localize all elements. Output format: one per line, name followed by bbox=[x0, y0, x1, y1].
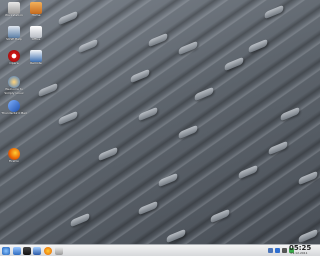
wallpaper-wave bbox=[58, 10, 78, 26]
desktop-background[interactable]: Workstation Home SUSE Help Office Opera … bbox=[0, 0, 320, 244]
desktop-icon-label: Thunderbird Mail bbox=[1, 111, 27, 115]
wallpaper-wave bbox=[138, 106, 158, 122]
desktop-icon-welcome[interactable]: Welcome to Simply Linux bbox=[0, 76, 28, 95]
desktop-icon-firefox[interactable]: Firefox bbox=[0, 148, 28, 164]
wallpaper-wave bbox=[78, 38, 98, 54]
wallpaper-wave bbox=[268, 140, 288, 156]
wallpaper-wave bbox=[38, 82, 58, 98]
desktop-icon-remote[interactable]: Remote bbox=[22, 50, 50, 66]
clock-date: 09.12.2011 bbox=[290, 251, 308, 255]
terminal-icon[interactable] bbox=[23, 247, 31, 255]
clock[interactable]: 05:25 09.12.2011 bbox=[289, 245, 311, 255]
wallpaper-wave bbox=[238, 164, 258, 180]
desktop-icon-office[interactable]: Office bbox=[22, 26, 50, 42]
taskbar: 05:25 09.12.2011 bbox=[0, 244, 320, 256]
desktop-icon-home[interactable]: Home bbox=[22, 2, 50, 18]
network-icon[interactable] bbox=[275, 248, 280, 253]
desktop-icon-label: Remote bbox=[30, 61, 42, 65]
wallpaper-wave bbox=[148, 32, 168, 48]
wallpaper-wave bbox=[224, 56, 244, 72]
desktop-icon-label: Office bbox=[31, 37, 41, 41]
mail-icon[interactable] bbox=[33, 247, 41, 255]
browser-icon[interactable] bbox=[44, 247, 52, 255]
wallpaper-wave bbox=[194, 86, 214, 102]
wallpaper-wave bbox=[138, 200, 158, 216]
file-manager-icon[interactable] bbox=[13, 247, 21, 255]
wallpaper-wave bbox=[178, 124, 198, 140]
wallpaper-wave bbox=[98, 146, 118, 162]
desktop-icon-label: Home bbox=[31, 13, 41, 17]
wallpaper-wave bbox=[280, 106, 300, 122]
desktop-icon-thunderbird[interactable]: Thunderbird Mail bbox=[0, 100, 28, 116]
wallpaper-wave bbox=[298, 228, 318, 244]
desktop-icon-label: Welcome to Simply Linux bbox=[4, 87, 24, 95]
wallpaper-wave bbox=[158, 172, 178, 188]
app-icon[interactable] bbox=[55, 247, 63, 255]
start-menu-icon[interactable] bbox=[2, 247, 10, 255]
wallpaper-wave bbox=[178, 40, 198, 56]
wallpaper-wave bbox=[130, 68, 150, 84]
wallpaper-wave bbox=[58, 110, 78, 126]
volume-icon[interactable] bbox=[282, 248, 287, 253]
wallpaper-wave bbox=[166, 228, 186, 244]
wallpaper-wave bbox=[248, 38, 268, 54]
wallpaper-wave bbox=[298, 170, 318, 186]
wallpaper-wave bbox=[210, 208, 230, 224]
wallpaper-wave bbox=[264, 4, 284, 20]
wallpaper-wave bbox=[70, 212, 90, 228]
desktop-icon-label: Firefox bbox=[9, 159, 19, 163]
keyboard-icon[interactable] bbox=[268, 248, 273, 253]
